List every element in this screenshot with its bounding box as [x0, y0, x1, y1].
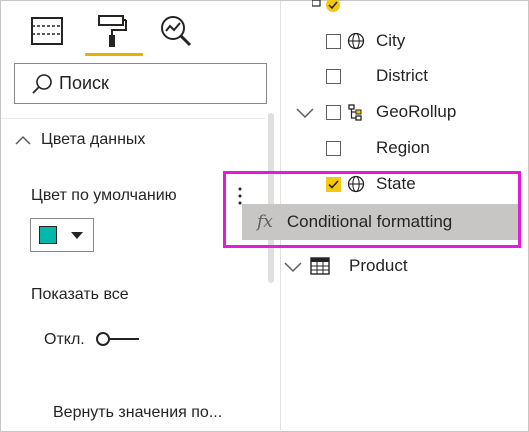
partial-item-icon: [311, 0, 342, 19]
hierarchy-icon: [347, 103, 365, 121]
list-item[interactable]: GeoRollup: [326, 100, 456, 124]
show-all-toggle[interactable]: [95, 331, 141, 347]
caret-down-icon: [71, 232, 83, 239]
table-label: Product: [349, 256, 408, 275]
data-colors-section-header[interactable]: Цвета данных: [15, 131, 145, 149]
field-label: District: [376, 66, 428, 85]
list-item[interactable]: Region: [326, 136, 430, 160]
checkbox[interactable]: [326, 140, 341, 156]
field-label: GeoRollup: [376, 102, 457, 121]
checkbox[interactable]: [326, 104, 341, 120]
search-box[interactable]: Поиск: [14, 63, 267, 104]
list-item[interactable]: District: [326, 64, 428, 88]
divider: [1, 118, 265, 119]
toggle-state-label: Откл.: [44, 331, 85, 348]
color-picker-button[interactable]: [30, 218, 94, 252]
analytics-tab-icon[interactable]: [156, 11, 196, 51]
field-label: Region: [376, 138, 430, 157]
chevron-down-icon[interactable]: [284, 261, 302, 273]
default-color-label: Цвет по умолчанию: [31, 187, 177, 204]
callout-highlight-box: [223, 171, 521, 248]
list-item[interactable]: City: [326, 29, 405, 53]
globe-icon: [347, 32, 365, 50]
color-swatch: [39, 226, 57, 244]
checkbox[interactable]: [326, 33, 341, 49]
show-all-label: Показать все: [31, 286, 129, 303]
chevron-down-icon[interactable]: [296, 107, 314, 119]
checkbox[interactable]: [326, 68, 341, 84]
chevron-up-icon: [15, 135, 31, 145]
fields-tab-icon[interactable]: [27, 11, 67, 51]
revert-link[interactable]: Вернуть значения по...: [53, 404, 222, 422]
section-title: Цвета данных: [41, 131, 146, 148]
table-icon: [310, 257, 330, 275]
active-tab-indicator: [85, 53, 143, 56]
format-tab-icon[interactable]: [92, 11, 132, 51]
search-icon: [31, 73, 53, 95]
table-item[interactable]: Product: [310, 254, 408, 278]
pane-toolbar: [1, 1, 280, 61]
search-placeholder: Поиск: [59, 73, 109, 93]
field-label: City: [376, 31, 406, 50]
